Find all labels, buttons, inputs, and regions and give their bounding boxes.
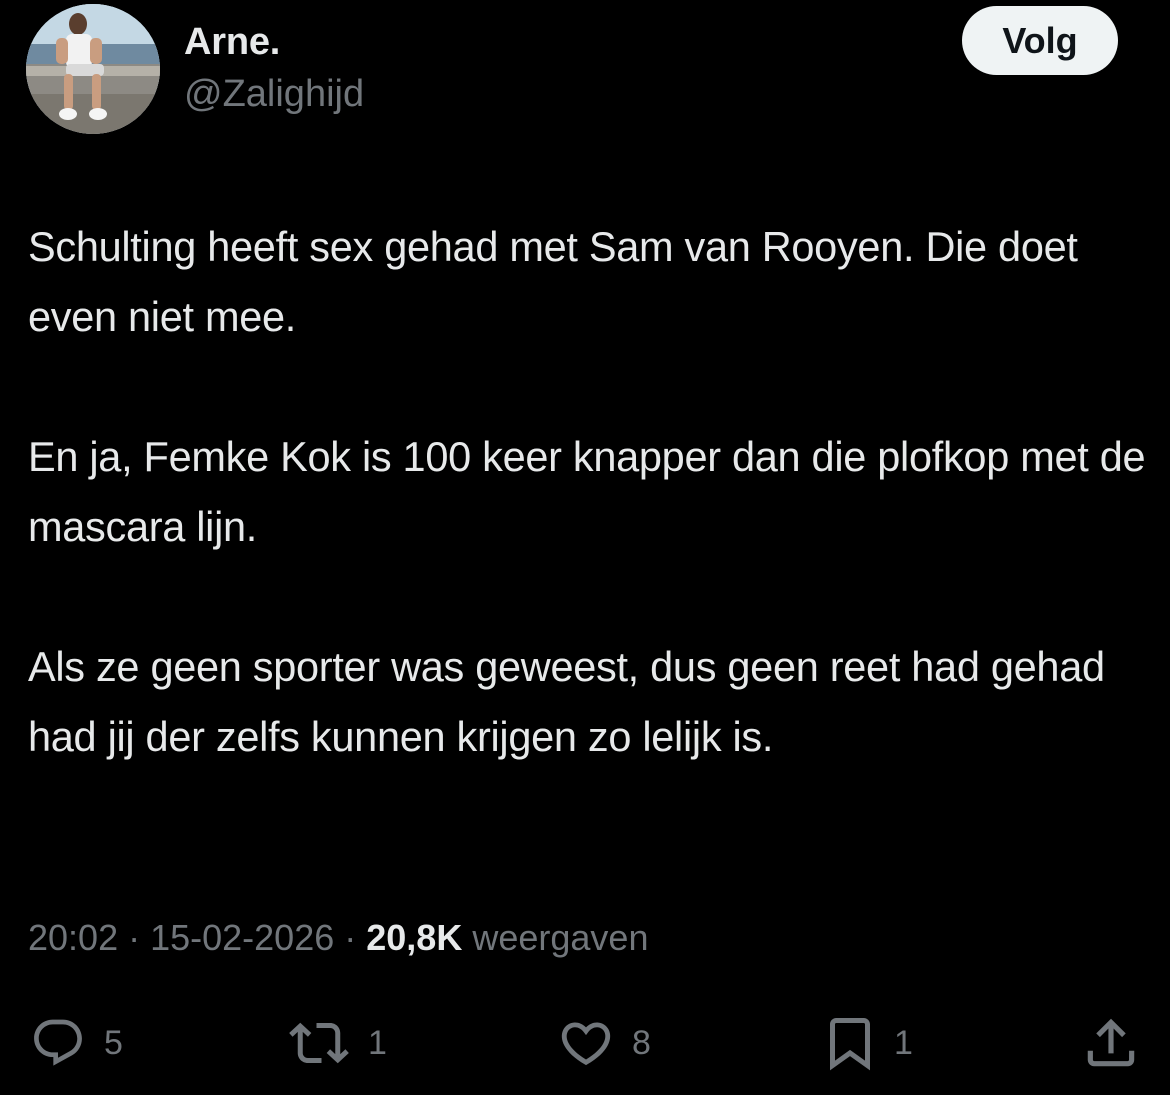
avatar[interactable] <box>26 4 160 134</box>
tweet-date[interactable]: 15-02-2026 <box>150 917 334 958</box>
meta-separator: · <box>334 917 367 958</box>
bookmark-count: 1 <box>894 1023 913 1062</box>
reply-count: 5 <box>104 1023 123 1062</box>
tweet-meta: 20:02 · 15-02-2026 · 20,8K weergaven <box>28 913 648 963</box>
author-display-name[interactable]: Arne. <box>184 20 280 64</box>
share-upload-icon <box>1087 1018 1135 1067</box>
heart-icon <box>561 1022 611 1066</box>
tweet-paragraph: En ja, Femke Kok is 100 keer knapper dan… <box>28 433 1146 550</box>
tweet-paragraph: Als ze geen sporter was geweest, dus gee… <box>28 643 1105 760</box>
avatar-photo <box>26 4 160 134</box>
share-button[interactable] <box>1080 1008 1142 1078</box>
bookmark-button[interactable]: 1 <box>820 1008 913 1078</box>
tweet-time[interactable]: 20:02 <box>28 917 118 958</box>
views-count: 20,8K <box>366 917 463 958</box>
views-label: weergaven <box>472 917 649 958</box>
repost-button[interactable]: 1 <box>284 1008 387 1078</box>
like-count: 8 <box>632 1023 651 1062</box>
tweet-paragraph: Schulting heeft sex gehad met Sam van Ro… <box>28 223 1078 340</box>
tweet-text: Schulting heeft sex gehad met Sam van Ro… <box>28 212 1153 772</box>
speech-bubble-icon <box>34 1019 82 1066</box>
repost-count: 1 <box>368 1023 387 1062</box>
meta-separator: · <box>118 917 151 958</box>
tweet-actions: 5 1 8 1 <box>0 1008 1170 1078</box>
author-handle[interactable]: @Zalighijd <box>184 72 364 116</box>
repost-arrows-icon <box>289 1022 349 1064</box>
follow-button[interactable]: Volg <box>962 6 1118 75</box>
bookmark-icon <box>830 1018 870 1071</box>
like-button[interactable]: 8 <box>554 1008 651 1078</box>
reply-button[interactable]: 5 <box>26 1008 123 1078</box>
